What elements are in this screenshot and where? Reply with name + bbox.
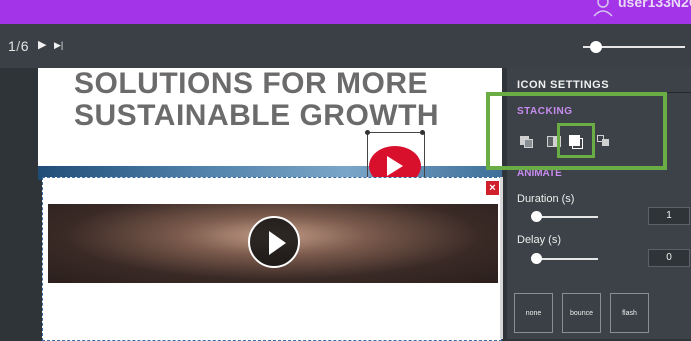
username-label: user133N2C <box>618 0 691 10</box>
slide-canvas[interactable]: SOLUTIONS FOR MORE SUSTAINABLE GROWTH <box>38 68 502 172</box>
slide-headline[interactable]: SOLUTIONS FOR MORE SUSTAINABLE GROWTH <box>74 68 439 132</box>
animation-flash-button[interactable]: flash <box>610 293 649 333</box>
panel-title: ICON SETTINGS <box>517 79 610 91</box>
skip-next-icon[interactable]: ▶| <box>54 40 63 51</box>
page-separator: / <box>16 38 21 54</box>
headline-line-1: SOLUTIONS FOR MORE <box>74 68 428 100</box>
top-bar: user133N2C ▾ <box>0 0 691 24</box>
resize-handle[interactable] <box>420 130 425 135</box>
delay-slider-handle[interactable] <box>531 253 542 264</box>
total-pages: 6 <box>20 38 29 54</box>
duration-label: Duration (s) <box>517 193 575 205</box>
user-menu[interactable]: user133N2C ▾ <box>618 0 691 11</box>
play-icon[interactable]: ▶ <box>38 38 46 51</box>
delay-input[interactable]: 0 <box>648 249 690 267</box>
animation-bounce-button[interactable]: bounce <box>562 293 601 333</box>
duration-slider-handle[interactable] <box>531 211 542 222</box>
headline-line-2: SUSTAINABLE GROWTH <box>74 99 440 132</box>
page-indicator: 1/6 <box>8 38 29 54</box>
selected-option-highlight-box <box>557 123 595 158</box>
resize-handle[interactable] <box>365 130 370 135</box>
delay-slider-track[interactable] <box>535 258 598 260</box>
duration-input[interactable]: 1 <box>648 207 690 225</box>
selection-box[interactable] <box>367 132 425 178</box>
user-icon[interactable] <box>592 0 614 18</box>
duration-slider-track[interactable] <box>535 216 598 218</box>
delay-label: Delay (s) <box>517 234 562 246</box>
close-icon[interactable]: × <box>486 181 499 195</box>
animation-none-button[interactable]: none <box>514 293 553 333</box>
video-play-icon[interactable] <box>248 216 300 268</box>
canvas-gutter <box>0 68 38 339</box>
